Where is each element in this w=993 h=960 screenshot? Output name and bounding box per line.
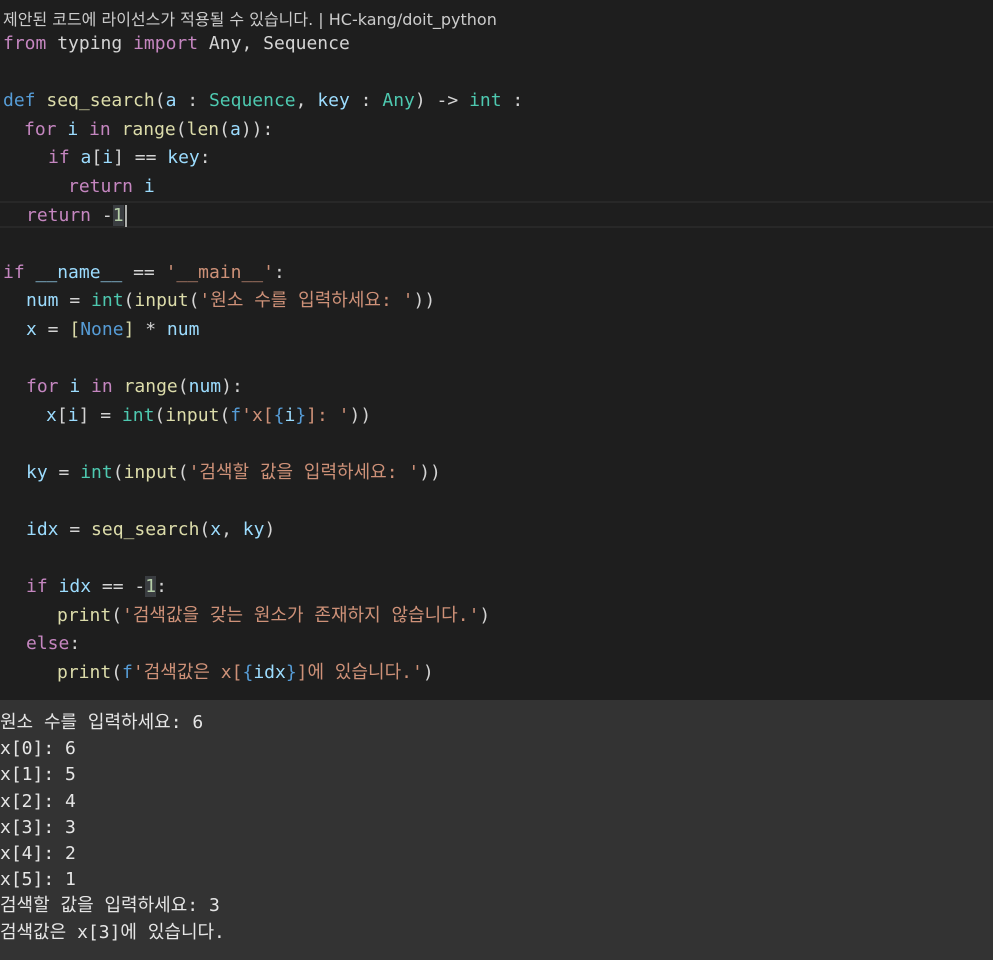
code-line[interactable]	[3, 430, 523, 459]
terminal-line: x[2]: 4	[0, 790, 76, 812]
terminal-line: x[1]: 5	[0, 764, 76, 786]
code-line[interactable]: else:	[3, 630, 523, 659]
terminal-line: 원소 수를 입력하세요: 6	[0, 712, 204, 733]
code-line[interactable]	[3, 345, 523, 374]
code-line[interactable]: if idx == -1:	[3, 573, 523, 602]
code-line[interactable]	[3, 488, 523, 517]
code-line[interactable]	[3, 59, 523, 88]
code-line[interactable]: from typing import Any, Sequence	[3, 30, 523, 59]
terminal-line: 검색할 값을 입력하세요: 3	[0, 895, 220, 917]
terminal-lines: 원소 수를 입력하세요: 6 x[0]: 6 x[1]: 5 x[2]: 4 x…	[0, 710, 225, 946]
code-line[interactable]: for i in range(len(a)):	[3, 116, 523, 145]
code-editor[interactable]: 제안된 코드에 라이선스가 적용될 수 있습니다. | HC-kang/doit…	[0, 0, 993, 700]
code-line[interactable]: idx = seq_search(x, ky)	[3, 516, 523, 545]
terminal-output[interactable]: 원소 수를 입력하세요: 6 x[0]: 6 x[1]: 5 x[2]: 4 x…	[0, 700, 993, 960]
terminal-line: x[3]: 3	[0, 816, 76, 838]
code-line[interactable]: ky = int(input('검색할 값을 입력하세요: '))	[3, 459, 523, 488]
code-line-current[interactable]: return -1	[3, 202, 523, 231]
code-line[interactable]	[3, 230, 523, 259]
code-line[interactable]: print(f'검색값은 x[{idx}]에 있습니다.')	[3, 659, 523, 688]
terminal-line: x[5]: 1	[0, 869, 76, 891]
code-line[interactable]	[3, 545, 523, 574]
code-line[interactable]: num = int(input('원소 수를 입력하세요: '))	[3, 287, 523, 316]
code-line[interactable]: x = [None] * num	[3, 316, 523, 345]
terminal-line: x[4]: 2	[0, 842, 76, 864]
code-line[interactable]: for i in range(num):	[3, 373, 523, 402]
license-notice: 제안된 코드에 라이선스가 적용될 수 있습니다. | HC-kang/doit…	[3, 10, 497, 29]
terminal-line: x[0]: 6	[0, 738, 76, 760]
code-line[interactable]: return i	[3, 173, 523, 202]
code-line[interactable]: x[i] = int(input(f'x[{i}]: '))	[3, 402, 523, 431]
code-line[interactable]: print('검색값을 갖는 원소가 존재하지 않습니다.')	[3, 602, 523, 631]
code-line[interactable]: def seq_search(a : Sequence, key : Any) …	[3, 87, 523, 116]
code-line[interactable]: if __name__ == '__main__':	[3, 259, 523, 288]
code-lines[interactable]: from typing import Any, Sequence def seq…	[3, 30, 523, 688]
terminal-line: 검색값은 x[3]에 있습니다.	[0, 921, 225, 943]
text-cursor	[124, 204, 127, 227]
code-line[interactable]: if a[i] == key:	[3, 144, 523, 173]
